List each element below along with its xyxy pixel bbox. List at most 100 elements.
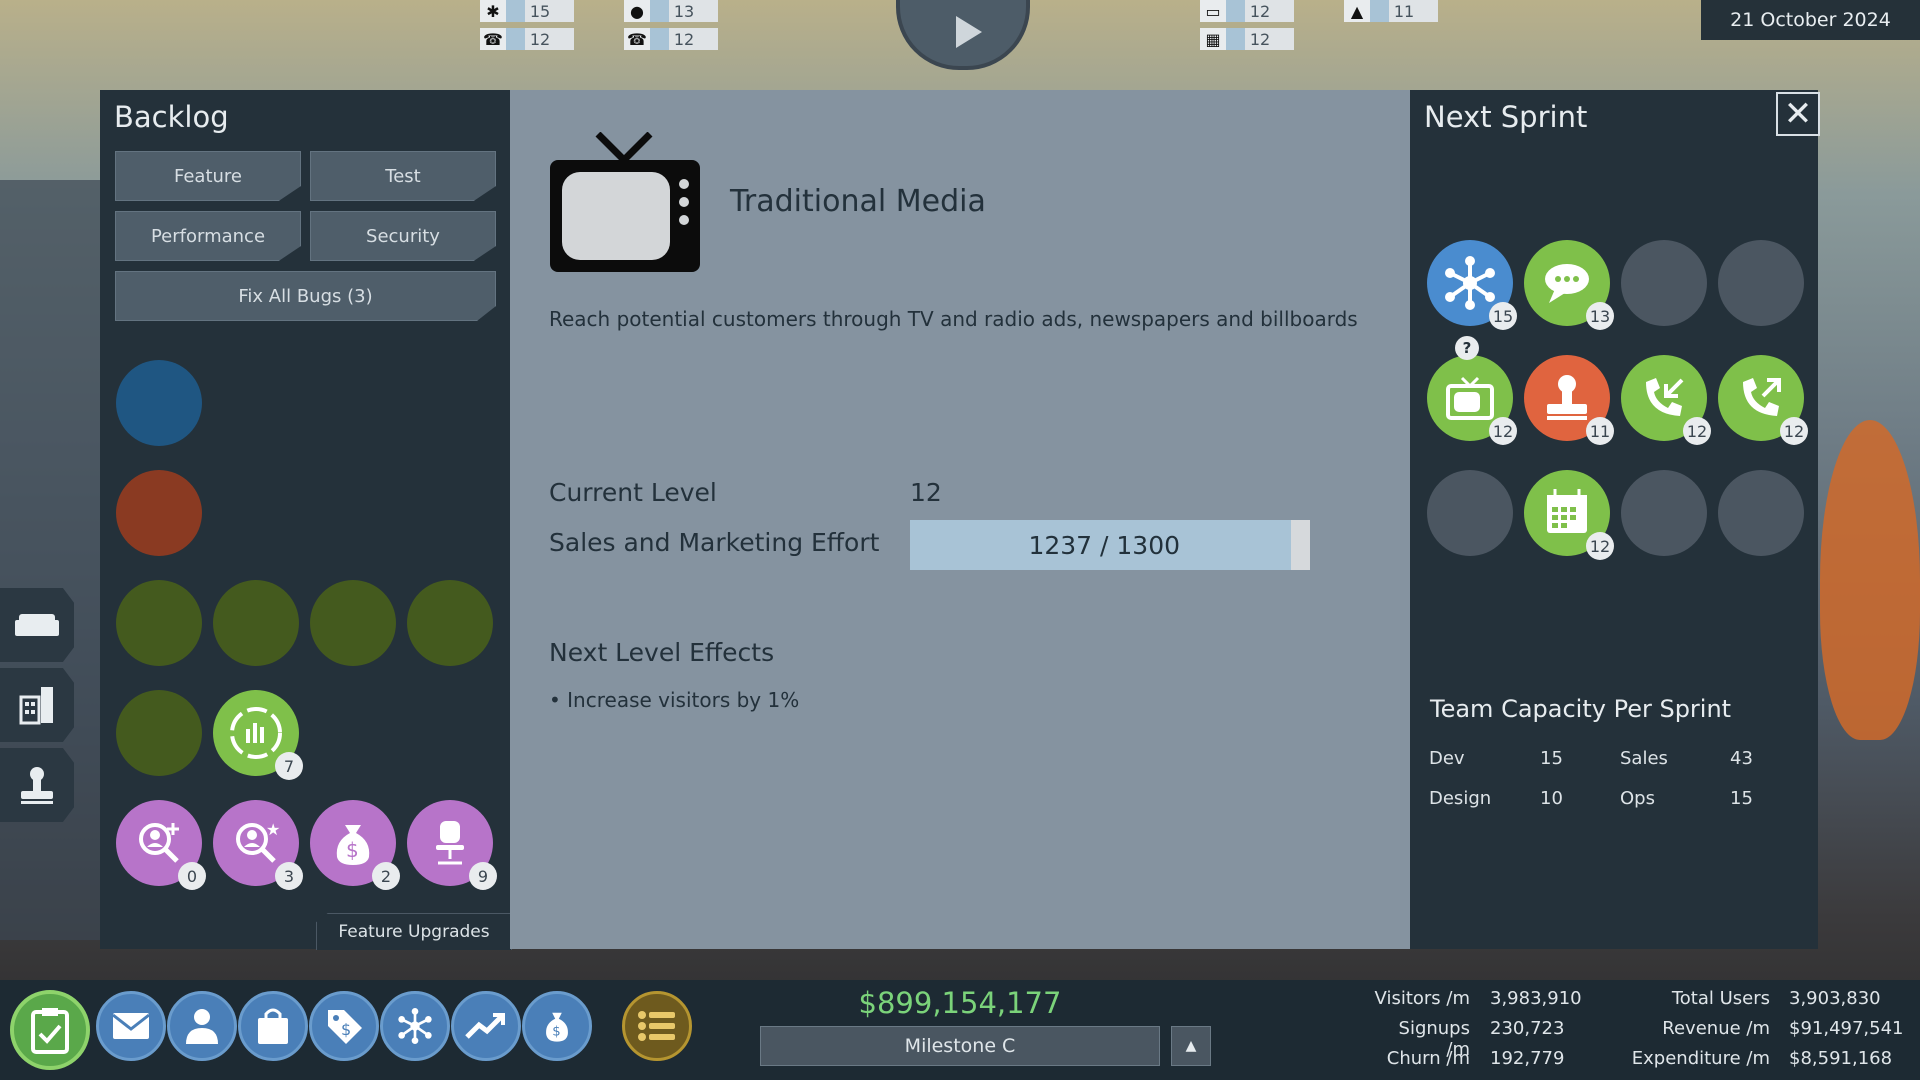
sprint-item-dev[interactable]: 15 xyxy=(1427,240,1517,330)
close-button[interactable]: ✕ xyxy=(1776,92,1820,136)
backlog-item-analytics[interactable]: 7 xyxy=(213,690,303,780)
svg-text:$: $ xyxy=(341,1020,351,1039)
item-count-badge: 15 xyxy=(1489,302,1517,330)
empty-sprint-slot[interactable] xyxy=(1718,470,1804,556)
stamp-icon xyxy=(21,767,53,804)
capacity-value-ops: 15 xyxy=(1730,788,1753,809)
empty-sprint-slot[interactable] xyxy=(1427,470,1513,556)
pricing-button[interactable]: $ xyxy=(309,991,379,1061)
tab-feature[interactable]: Feature xyxy=(115,151,301,201)
list-icon xyxy=(638,1011,675,1041)
stat-label-revenue: Revenue /m xyxy=(1662,1018,1770,1039)
finance-button[interactable]: $ xyxy=(522,991,592,1061)
mail-button[interactable] xyxy=(96,991,166,1061)
sprint-item-traditional-media[interactable]: 12 xyxy=(1427,355,1517,445)
item-count-badge: 0 xyxy=(178,862,206,890)
top-stat-inbound-calls: ☎ 12 xyxy=(480,28,574,50)
empty-sprint-slot[interactable] xyxy=(1621,470,1707,556)
tasks-button[interactable] xyxy=(10,990,90,1070)
network-icon xyxy=(398,1008,432,1044)
effort-progress-text: 1237 / 1300 xyxy=(1028,530,1180,560)
calendar-icon: ▦ xyxy=(1200,28,1226,50)
item-count-badge: 12 xyxy=(1683,417,1711,445)
item-count-badge: 7 xyxy=(275,752,303,780)
building-icon xyxy=(19,687,53,725)
top-stat-chat: ● 13 xyxy=(624,0,718,22)
current-level-label: Current Level xyxy=(549,478,717,507)
shop-button[interactable] xyxy=(238,991,308,1061)
next-level-effects-title: Next Level Effects xyxy=(549,638,775,667)
empty-slot-dev[interactable] xyxy=(116,360,202,446)
clipboard-check-icon xyxy=(31,1008,69,1054)
chat-icon: ● xyxy=(624,0,650,22)
capacity-value-dev: 15 xyxy=(1540,748,1563,769)
backlog-item-search-star[interactable]: ★ 3 xyxy=(213,800,303,890)
next-sprint-title: Next Sprint xyxy=(1424,100,1588,134)
tab-test[interactable]: Test xyxy=(310,151,496,201)
fix-all-bugs-button[interactable]: Fix All Bugs (3) xyxy=(115,271,496,321)
item-count-badge: 12 xyxy=(1586,532,1614,560)
top-stat-tv: ▭ 12 xyxy=(1200,0,1294,22)
stat-value-churn: 192,779 xyxy=(1490,1048,1565,1069)
play-button[interactable] xyxy=(896,0,1030,70)
list-menu-button[interactable] xyxy=(622,991,692,1061)
stat-value-revenue: $91,497,541 xyxy=(1789,1018,1904,1039)
next-level-effect-item: • Increase visitors by 1% xyxy=(549,688,800,712)
feature-upgrades-tab[interactable]: Feature Upgrades xyxy=(316,913,512,950)
empty-slot-sales[interactable] xyxy=(310,580,396,666)
milestone-expand-button[interactable]: ▲ xyxy=(1171,1026,1211,1066)
top-stat-outbound-calls: ☎ 12 xyxy=(624,28,718,50)
question-icon[interactable]: ? xyxy=(1455,336,1479,360)
money-bag-icon: $ xyxy=(546,1012,568,1042)
stamp-icon: ▲ xyxy=(1344,0,1370,22)
tab-security[interactable]: Security xyxy=(310,211,496,261)
empty-sprint-slot[interactable] xyxy=(1718,240,1804,326)
tab-performance[interactable]: Performance xyxy=(115,211,301,261)
shopping-bag-icon xyxy=(258,1008,288,1044)
stats-button[interactable] xyxy=(451,991,521,1061)
empty-slot-design[interactable] xyxy=(116,470,202,556)
empty-slot-sales[interactable] xyxy=(116,580,202,666)
capacity-label-dev: Dev xyxy=(1429,748,1465,769)
side-nav-buildings[interactable] xyxy=(0,668,74,742)
tv-icon xyxy=(550,132,700,272)
side-nav-stamp[interactable] xyxy=(0,748,74,822)
backlog-item-office-chair[interactable]: 9 xyxy=(407,800,497,890)
capacity-label-design: Design xyxy=(1429,788,1492,809)
empty-slot-sales[interactable] xyxy=(407,580,493,666)
empty-slot-sales[interactable] xyxy=(116,690,202,776)
item-count-badge: 2 xyxy=(372,862,400,890)
background-tree xyxy=(1820,420,1920,740)
stat-value-signups: 230,723 xyxy=(1490,1018,1565,1039)
capacity-label-sales: Sales xyxy=(1620,748,1668,769)
empty-sprint-slot[interactable] xyxy=(1621,240,1707,326)
empty-slot-sales[interactable] xyxy=(213,580,299,666)
sprint-item-chat[interactable]: 13 xyxy=(1524,240,1614,330)
capacity-value-design: 10 xyxy=(1540,788,1563,809)
svg-text:$: $ xyxy=(552,1025,560,1040)
milestone-bar[interactable]: Milestone C xyxy=(760,1026,1160,1066)
price-tag-icon: $ xyxy=(328,1010,362,1044)
stat-label-churn: Churn /m xyxy=(1386,1048,1470,1069)
backlog-title: Backlog xyxy=(114,100,229,134)
network-icon: ✱ xyxy=(480,0,506,22)
mail-icon xyxy=(112,1013,150,1039)
staff-button[interactable] xyxy=(167,991,237,1061)
sprint-item-calendar[interactable]: 12 xyxy=(1524,470,1614,560)
backlog-item-search-plus[interactable]: 0 xyxy=(116,800,206,890)
effort-label: Sales and Marketing Effort xyxy=(549,528,880,557)
sofa-icon xyxy=(15,614,59,636)
sprint-item-inbound-calls[interactable]: 12 xyxy=(1621,355,1711,445)
trend-up-icon xyxy=(465,1013,505,1039)
backlog-item-money-bag[interactable]: $ 2 xyxy=(310,800,400,890)
stat-label-expenditure: Expenditure /m xyxy=(1631,1048,1770,1069)
stat-value-expenditure: $8,591,168 xyxy=(1789,1048,1893,1069)
sprint-item-stamp[interactable]: 11 xyxy=(1524,355,1614,445)
tv-icon: ▭ xyxy=(1200,0,1226,22)
capacity-value-sales: 43 xyxy=(1730,748,1753,769)
close-icon: ✕ xyxy=(1783,94,1813,134)
stat-value-total-users: 3,903,830 xyxy=(1789,988,1881,1009)
side-nav-office[interactable] xyxy=(0,588,74,662)
features-button[interactable] xyxy=(380,991,450,1061)
sprint-item-outbound-calls[interactable]: 12 xyxy=(1718,355,1808,445)
